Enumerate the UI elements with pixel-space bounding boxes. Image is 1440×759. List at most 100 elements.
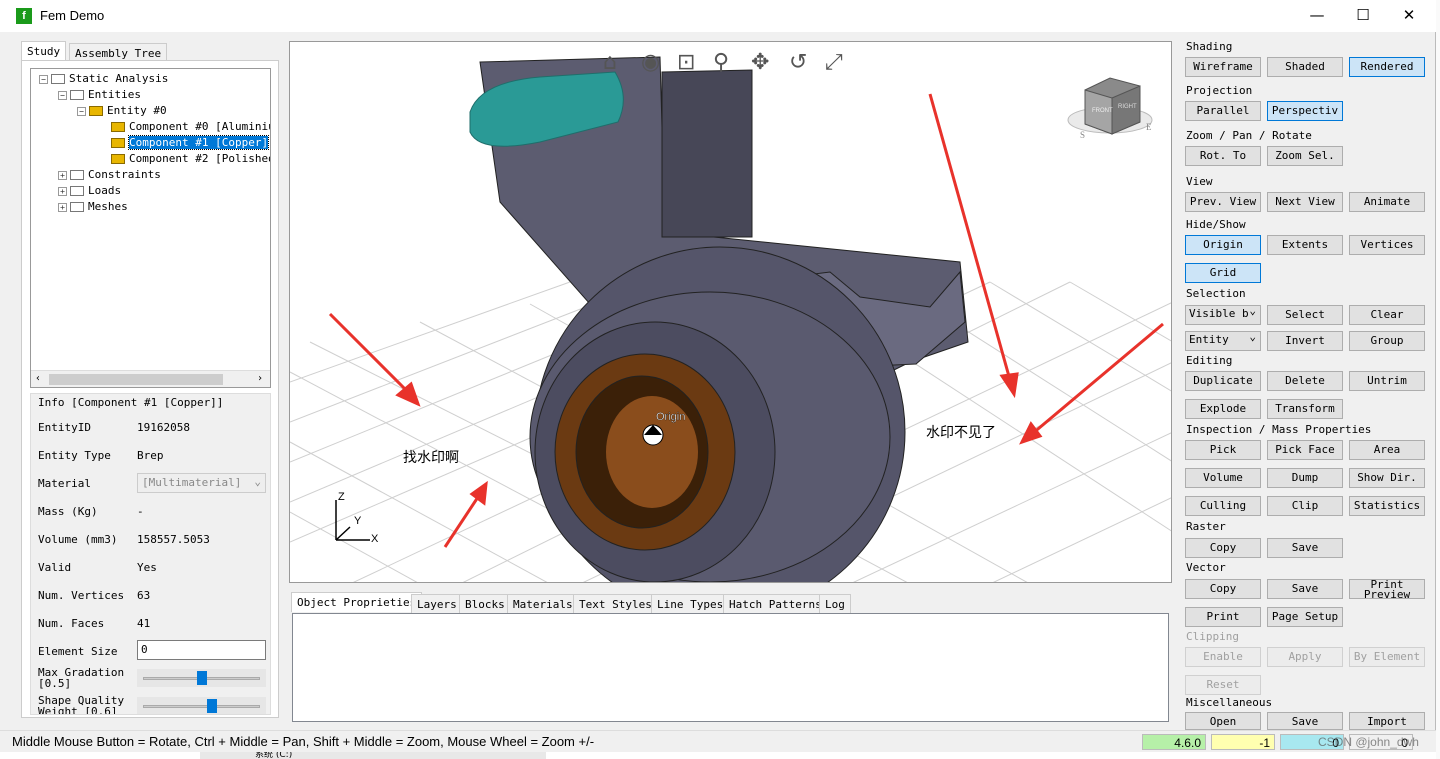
collapse-icon[interactable]: −: [39, 74, 48, 84]
grid-button[interactable]: Grid: [1185, 263, 1261, 283]
tree-node-meshes[interactable]: + Meshes: [58, 199, 128, 215]
area-button[interactable]: Area: [1349, 440, 1425, 460]
tree-node-static-analysis[interactable]: − Static Analysis: [39, 71, 168, 87]
selection-level-combo[interactable]: Entity: [1185, 331, 1261, 351]
scroll-left-icon[interactable]: ‹: [35, 373, 41, 384]
tree-node-entities[interactable]: − Entities: [58, 87, 141, 103]
expand-icon[interactable]: +: [58, 186, 67, 196]
component-icon: [111, 138, 125, 148]
show-dir-button[interactable]: Show Dir.: [1349, 468, 1425, 488]
clip-enable-button[interactable]: Enable: [1185, 647, 1261, 667]
tab-blocks[interactable]: Blocks: [459, 594, 511, 614]
clear-button[interactable]: Clear: [1349, 305, 1425, 325]
rendered-button[interactable]: Rendered: [1349, 57, 1425, 77]
origin-button[interactable]: Origin: [1185, 235, 1261, 255]
misc-save-button[interactable]: Save: [1267, 712, 1343, 730]
zoom-icon[interactable]: ⚲: [713, 50, 729, 75]
collapse-icon[interactable]: −: [77, 106, 86, 116]
tab-materials[interactable]: Materials: [507, 594, 579, 614]
minimize-button[interactable]: —: [1294, 0, 1340, 32]
scrollbar-thumb[interactable]: [49, 374, 223, 385]
tab-log[interactable]: Log: [819, 594, 851, 614]
tab-layers[interactable]: Layers: [411, 594, 463, 614]
extents-button[interactable]: Extents: [1267, 235, 1343, 255]
object-properties-panel[interactable]: [292, 613, 1169, 722]
delete-button[interactable]: Delete: [1267, 371, 1343, 391]
parallel-button[interactable]: Parallel: [1185, 101, 1261, 121]
next-view-button[interactable]: Next View: [1267, 192, 1343, 212]
study-tree[interactable]: − Static Analysis − Entities − Entity #0 Co…: [30, 68, 271, 388]
orbit-icon[interactable]: ◉: [641, 50, 660, 75]
zoom-window-icon[interactable]: ⊡: [677, 50, 695, 75]
tab-line-types[interactable]: Line Types: [651, 594, 730, 614]
3d-viewport[interactable]: Origin 找水印啊 水印不见了 FRONT RIGHT S E Z Y X: [289, 41, 1172, 583]
close-button[interactable]: ✕: [1386, 0, 1432, 32]
select-button[interactable]: Select: [1267, 305, 1343, 325]
material-combo[interactable]: [Multimaterial] ⌄: [137, 473, 266, 493]
animate-button[interactable]: Animate: [1349, 192, 1425, 212]
faces-label: Num. Faces: [38, 617, 105, 630]
tree-node-entity-0[interactable]: − Entity #0: [77, 103, 167, 119]
culling-button[interactable]: Culling: [1185, 496, 1261, 516]
group-button[interactable]: Group: [1349, 331, 1425, 351]
element-size-field[interactable]: 0: [137, 640, 266, 660]
slider-thumb[interactable]: [196, 671, 207, 685]
tab-hatch-patterns[interactable]: Hatch Patterns: [723, 594, 828, 614]
tree-node-component-2[interactable]: Component #2 [PolishedB: [111, 151, 270, 167]
tree-node-loads[interactable]: + Loads: [58, 183, 121, 199]
raster-save-button[interactable]: Save: [1267, 538, 1343, 558]
clip-button[interactable]: Clip: [1267, 496, 1343, 516]
open-button[interactable]: Open: [1185, 712, 1261, 730]
max-gradation-slider[interactable]: [137, 669, 266, 687]
clip-by-element-button[interactable]: By Element: [1349, 647, 1425, 667]
dump-button[interactable]: Dump: [1267, 468, 1343, 488]
shaded-button[interactable]: Shaded: [1267, 57, 1343, 77]
material-label: Material: [38, 477, 91, 490]
expand-icon[interactable]: +: [58, 170, 67, 180]
print-button[interactable]: Print: [1185, 607, 1261, 627]
clip-reset-button[interactable]: Reset: [1185, 675, 1261, 695]
home-icon[interactable]: ⌂: [603, 50, 617, 75]
expand-icon[interactable]: +: [58, 202, 67, 212]
rotate-icon[interactable]: ↺: [789, 50, 807, 75]
duplicate-button[interactable]: Duplicate: [1185, 371, 1261, 391]
scroll-right-icon[interactable]: ›: [257, 373, 263, 384]
import-button[interactable]: Import: [1349, 712, 1425, 730]
tree-node-constraints[interactable]: + Constraints: [58, 167, 161, 183]
invert-button[interactable]: Invert: [1267, 331, 1343, 351]
page-setup-button[interactable]: Page Setup: [1267, 607, 1343, 627]
untrim-button[interactable]: Untrim: [1349, 371, 1425, 391]
tab-text-styles[interactable]: Text Styles: [573, 594, 658, 614]
perspective-button[interactable]: Perspectiv: [1267, 101, 1343, 121]
clip-apply-button[interactable]: Apply: [1267, 647, 1343, 667]
collapse-icon[interactable]: −: [58, 90, 67, 100]
vertices-button[interactable]: Vertices: [1349, 235, 1425, 255]
maximize-button[interactable]: ☐: [1340, 0, 1386, 32]
view-cube[interactable]: FRONT RIGHT S E: [1067, 77, 1153, 140]
tree-horizontal-scrollbar[interactable]: ‹ ›: [31, 370, 270, 387]
explode-button[interactable]: Explode: [1185, 399, 1261, 419]
rot-to-button[interactable]: Rot. To: [1185, 146, 1261, 166]
tree-node-component-1[interactable]: Component #1 [Copper]: [111, 135, 270, 151]
wireframe-button[interactable]: Wireframe: [1185, 57, 1261, 77]
tree-node-component-0[interactable]: Component #0 [Aluminium: [111, 119, 270, 135]
vector-copy-button[interactable]: Copy: [1185, 579, 1261, 599]
volume-button[interactable]: Volume: [1185, 468, 1261, 488]
statistics-button[interactable]: Statistics: [1349, 496, 1425, 516]
selection-filter-combo[interactable]: Visible b: [1185, 305, 1261, 325]
pick-button[interactable]: Pick: [1185, 440, 1261, 460]
pick-face-button[interactable]: Pick Face: [1267, 440, 1343, 460]
shape-quality-slider[interactable]: [137, 697, 266, 714]
zoom-sel-button[interactable]: Zoom Sel.: [1267, 146, 1343, 166]
fit-icon[interactable]: ⤢: [825, 50, 843, 75]
prev-view-button[interactable]: Prev. View: [1185, 192, 1261, 212]
transform-button[interactable]: Transform: [1267, 399, 1343, 419]
print-preview-button[interactable]: Print Preview: [1349, 579, 1425, 599]
vector-save-button[interactable]: Save: [1267, 579, 1343, 599]
raster-copy-button[interactable]: Copy: [1185, 538, 1261, 558]
slider-thumb[interactable]: [207, 699, 218, 713]
tab-object-proprieties[interactable]: Object Proprieties: [291, 592, 423, 612]
tab-study[interactable]: Study: [21, 41, 67, 61]
vertices-label: Num. Vertices: [38, 589, 125, 602]
pan-icon[interactable]: ✥: [751, 50, 769, 75]
